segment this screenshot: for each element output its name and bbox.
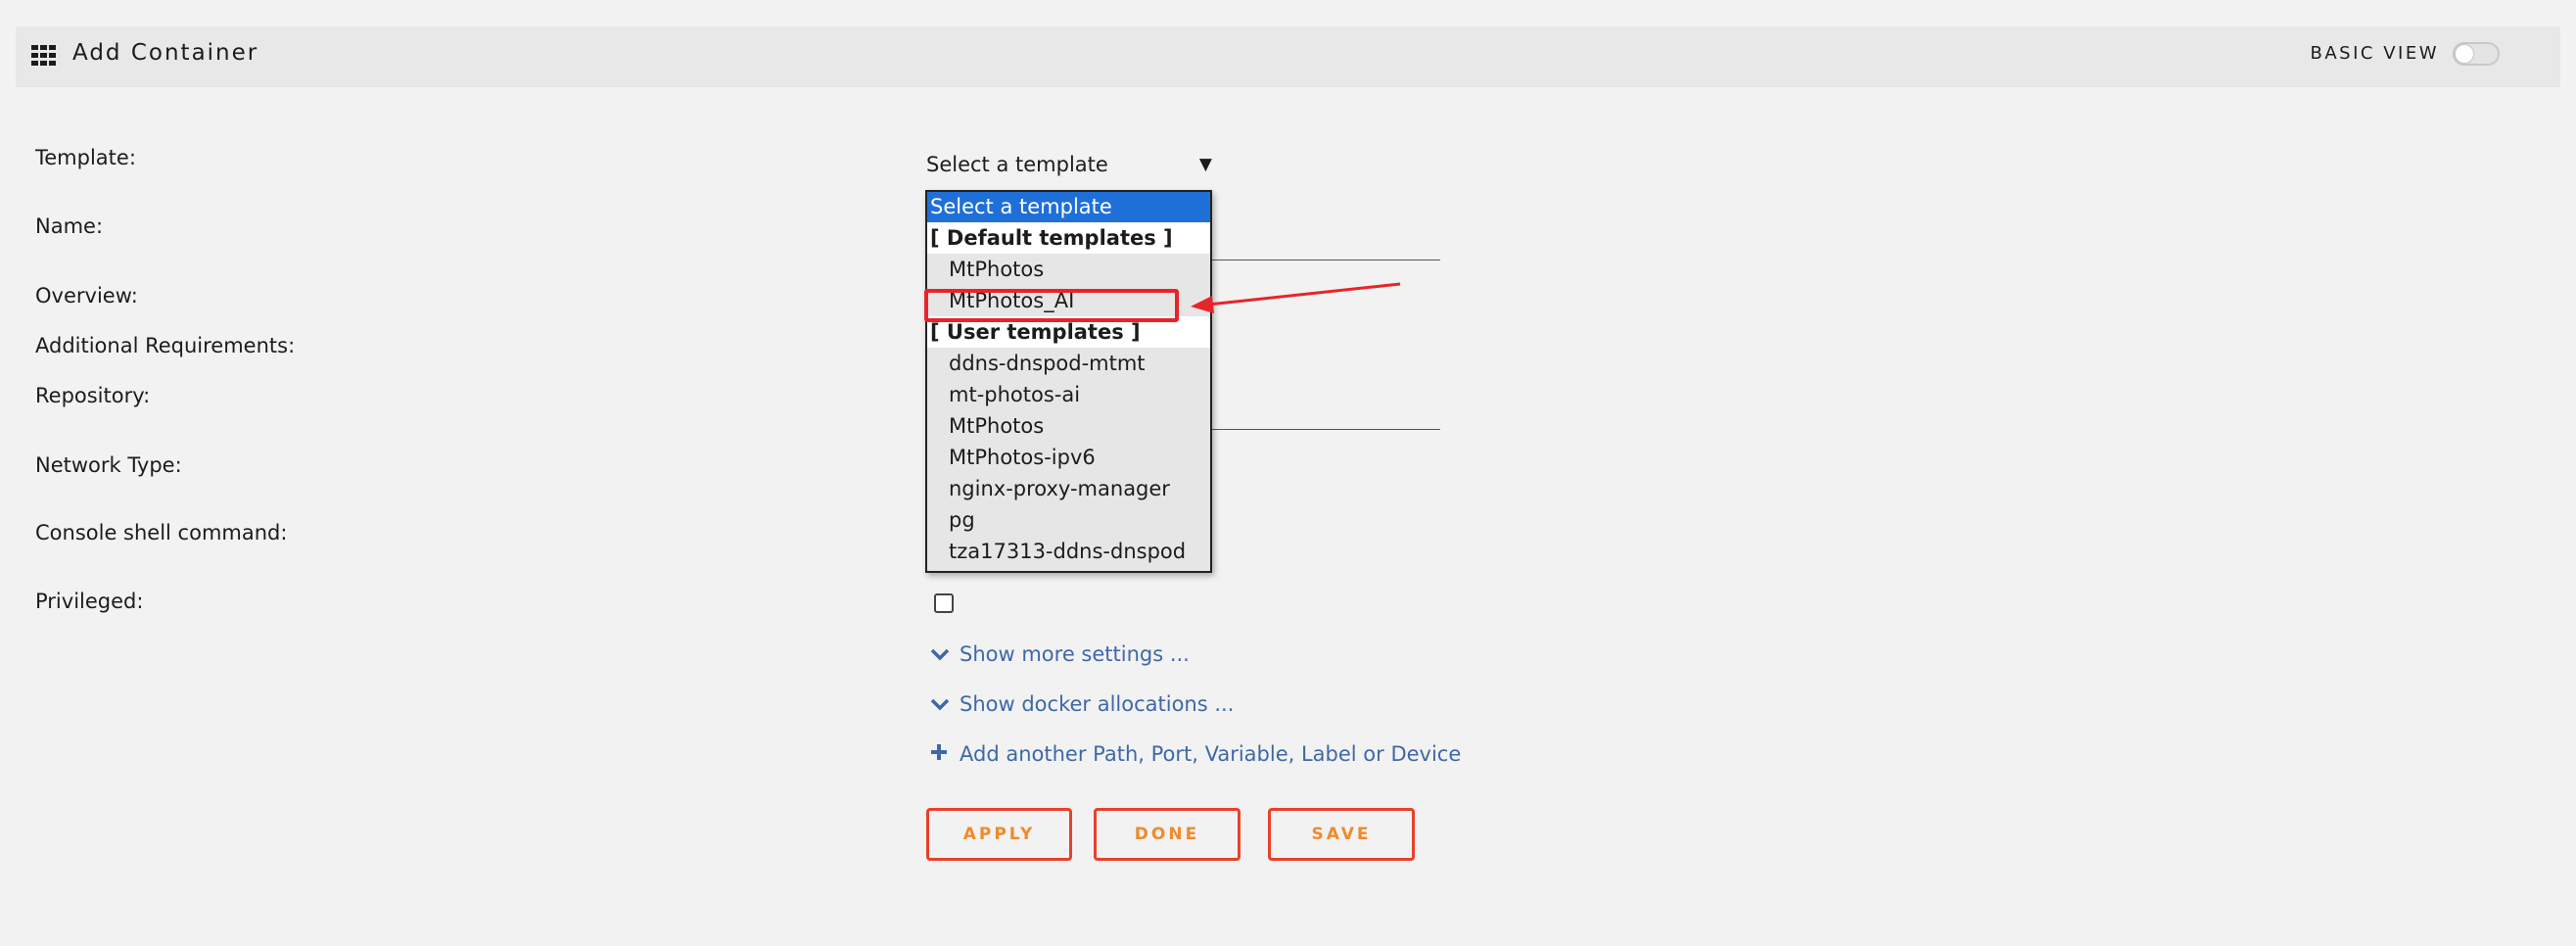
add-another-text: Add another Path, Port, Variable, Label …	[960, 742, 1462, 766]
privileged-label: Privileged:	[35, 590, 144, 613]
template-dropdown-list[interactable]: Select a template [ Default templates ] …	[925, 190, 1212, 573]
name-label: Name:	[35, 214, 104, 238]
overview-label: Overview:	[35, 284, 138, 307]
annotation-arrow-icon	[1191, 282, 1401, 313]
dropdown-option-user-4[interactable]: nginx-proxy-manager	[927, 473, 1210, 504]
apps-grid-icon	[31, 45, 56, 66]
plus-icon	[930, 742, 952, 766]
toggle-knob	[2456, 45, 2473, 63]
dropdown-option-default-0[interactable]: MtPhotos	[927, 254, 1210, 285]
dropdown-option-user-1[interactable]: mt-photos-ai	[927, 379, 1210, 410]
basic-view-label: BASIC VIEW	[2310, 43, 2439, 64]
template-select-value: Select a template	[926, 153, 1108, 176]
dropdown-option-user-3[interactable]: MtPhotos-ipv6	[927, 442, 1210, 473]
show-more-settings-link[interactable]: Show more settings ...	[930, 642, 1190, 666]
basic-view-toggle[interactable]	[2453, 42, 2500, 66]
apply-button[interactable]: APPLY	[926, 808, 1072, 861]
dropdown-option-user-6[interactable]: tza17313-ddns-dnspod	[927, 536, 1210, 567]
dropdown-group-default-templates: [ Default templates ]	[927, 222, 1210, 254]
chevron-down-icon: ▼	[1198, 155, 1212, 174]
annotation-highlight-box	[924, 289, 1179, 322]
show-more-settings-text: Show more settings ...	[960, 642, 1190, 666]
dropdown-option-user-0[interactable]: ddns-dnspod-mtmt	[927, 348, 1210, 379]
page-title: Add Container	[72, 40, 259, 66]
repository-label: Repository:	[35, 384, 151, 407]
template-label: Template:	[35, 146, 136, 169]
privileged-checkbox[interactable]	[934, 593, 954, 613]
console-shell-label: Console shell command:	[35, 521, 288, 544]
add-another-link[interactable]: Add another Path, Port, Variable, Label …	[930, 742, 1461, 766]
show-docker-allocations-text: Show docker allocations ...	[960, 692, 1235, 716]
dropdown-option-user-5[interactable]: pg	[927, 504, 1210, 536]
chevron-down-icon	[930, 692, 952, 716]
show-docker-allocations-link[interactable]: Show docker allocations ...	[930, 692, 1234, 716]
dropdown-option-select-template[interactable]: Select a template	[927, 192, 1210, 222]
additional-requirements-label: Additional Requirements:	[35, 334, 296, 357]
dropdown-option-user-2[interactable]: MtPhotos	[927, 410, 1210, 442]
title-bar: Add Container BASIC VIEW	[16, 26, 2560, 87]
chevron-down-icon	[930, 642, 952, 666]
done-button[interactable]: DONE	[1094, 808, 1241, 861]
template-select[interactable]: Select a template ▼	[926, 153, 1212, 180]
save-button[interactable]: SAVE	[1268, 808, 1415, 861]
network-type-label: Network Type:	[35, 453, 182, 477]
